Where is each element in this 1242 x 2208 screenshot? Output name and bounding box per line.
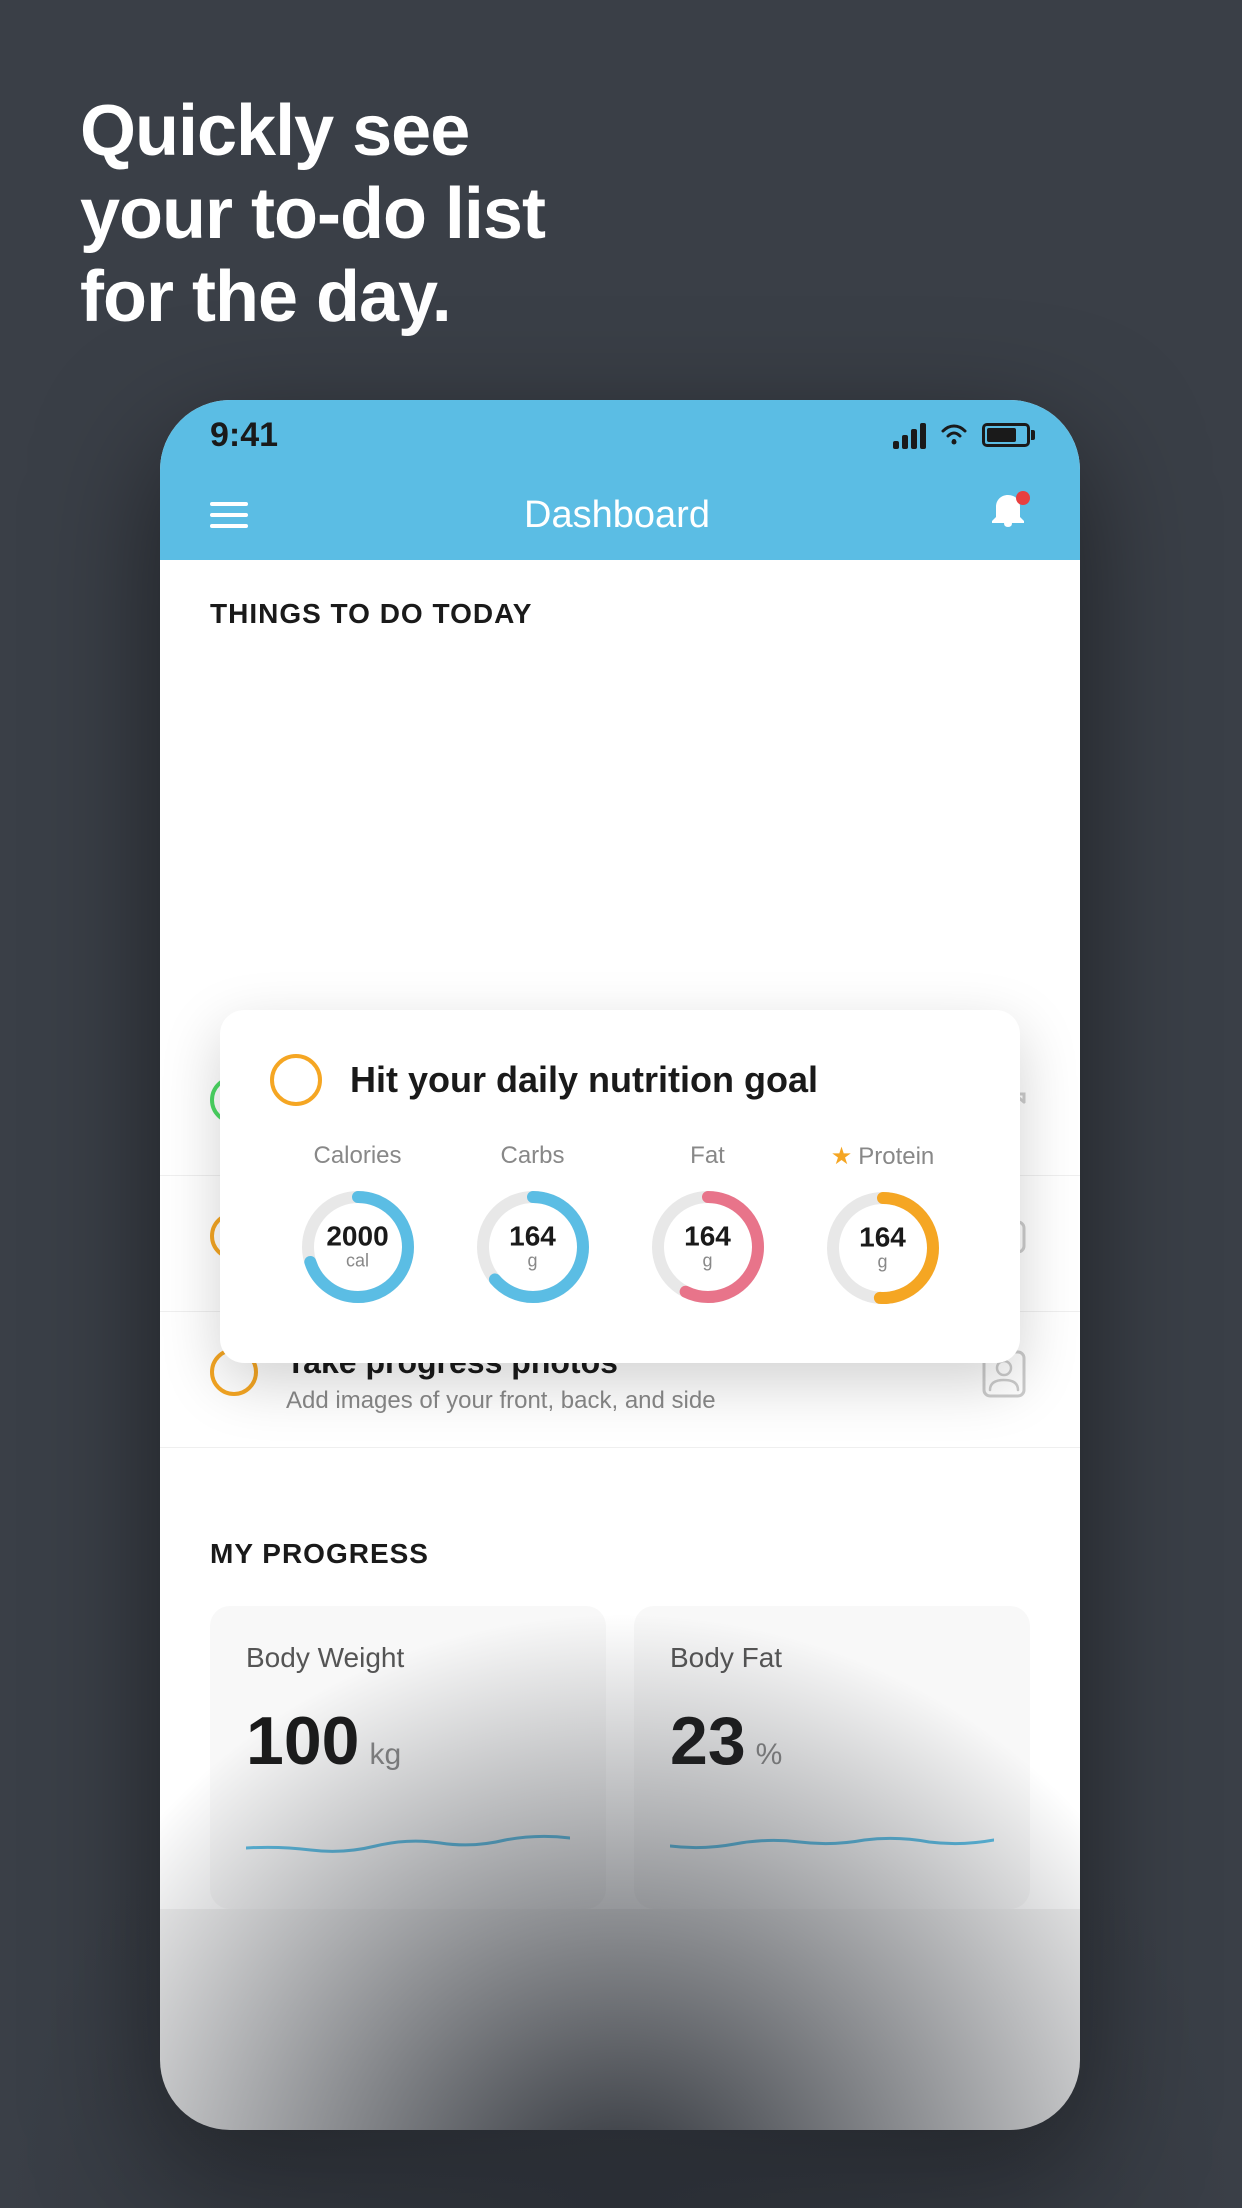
nutrition-card[interactable]: Hit your daily nutrition goal Calories 2… bbox=[220, 1010, 1020, 1363]
carbs-chart: 164 g bbox=[468, 1182, 598, 1312]
fat-label: Fat bbox=[690, 1142, 725, 1170]
things-section-title: THINGS TO DO TODAY bbox=[210, 598, 532, 629]
notification-badge bbox=[1016, 491, 1030, 505]
progress-photos-desc: Add images of your front, back, and side bbox=[286, 1387, 950, 1415]
nutrition-checkbox[interactable] bbox=[270, 1054, 322, 1106]
body-fat-card[interactable]: Body Fat 23 % bbox=[634, 1606, 1030, 1909]
body-weight-value: 100 bbox=[246, 1702, 359, 1780]
metric-protein: ★ Protein 164 g bbox=[818, 1142, 948, 1313]
carbs-unit: g bbox=[527, 1251, 537, 1272]
body-fat-value-row: 23 % bbox=[670, 1702, 994, 1780]
body-fat-chart bbox=[670, 1808, 994, 1868]
notification-button[interactable] bbox=[986, 491, 1030, 540]
signal-icon bbox=[893, 421, 926, 449]
body-weight-card[interactable]: Body Weight 100 kg bbox=[210, 1606, 606, 1909]
calories-chart: 2000 cal bbox=[293, 1182, 423, 1312]
body-weight-value-row: 100 kg bbox=[246, 1702, 570, 1780]
things-to-do-header: THINGS TO DO TODAY bbox=[160, 560, 1080, 650]
status-icons bbox=[893, 421, 1030, 449]
progress-title: MY PROGRESS bbox=[210, 1538, 1030, 1570]
app-body: THINGS TO DO TODAY Hit your daily nutrit… bbox=[160, 560, 1080, 1909]
carbs-label: Carbs bbox=[500, 1142, 564, 1170]
calories-value: 2000 bbox=[326, 1223, 388, 1251]
fat-unit: g bbox=[702, 1251, 712, 1272]
fat-chart: 164 g bbox=[643, 1182, 773, 1312]
status-time: 9:41 bbox=[210, 416, 278, 455]
metric-carbs: Carbs 164 g bbox=[468, 1142, 598, 1312]
phone-frame: 9:41 bbox=[160, 400, 1080, 2130]
carbs-value: 164 bbox=[509, 1223, 556, 1251]
body-fat-value: 23 bbox=[670, 1702, 746, 1780]
battery-icon bbox=[982, 423, 1030, 447]
protein-value: 164 bbox=[859, 1224, 906, 1252]
calories-unit: cal bbox=[346, 1251, 369, 1272]
body-fat-title: Body Fat bbox=[670, 1642, 994, 1674]
headline: Quickly see your to-do list for the day. bbox=[80, 90, 545, 338]
metric-calories: Calories 2000 cal bbox=[293, 1142, 423, 1312]
star-icon: ★ bbox=[831, 1142, 853, 1171]
wifi-icon bbox=[938, 423, 970, 447]
nutrition-metrics: Calories 2000 cal Carbs bbox=[270, 1142, 970, 1313]
body-weight-title: Body Weight bbox=[246, 1642, 570, 1674]
app-header: Dashboard bbox=[160, 470, 1080, 560]
metric-fat: Fat 164 g bbox=[643, 1142, 773, 1312]
nutrition-card-title: Hit your daily nutrition goal bbox=[350, 1059, 818, 1101]
protein-unit: g bbox=[877, 1252, 887, 1273]
nutrition-card-header: Hit your daily nutrition goal bbox=[270, 1054, 970, 1106]
status-bar: 9:41 bbox=[160, 400, 1080, 470]
protein-label: ★ Protein bbox=[831, 1142, 935, 1171]
progress-cards: Body Weight 100 kg Body Fat 23 % bbox=[210, 1606, 1030, 1909]
header-title: Dashboard bbox=[524, 494, 710, 537]
body-fat-unit: % bbox=[756, 1738, 783, 1772]
calories-label: Calories bbox=[313, 1142, 401, 1170]
body-weight-unit: kg bbox=[369, 1738, 401, 1772]
body-weight-chart bbox=[246, 1808, 570, 1868]
fat-value: 164 bbox=[684, 1223, 731, 1251]
progress-section: MY PROGRESS Body Weight 100 kg Body Fat bbox=[160, 1488, 1080, 1909]
menu-button[interactable] bbox=[210, 502, 248, 528]
protein-chart: 164 g bbox=[818, 1183, 948, 1313]
